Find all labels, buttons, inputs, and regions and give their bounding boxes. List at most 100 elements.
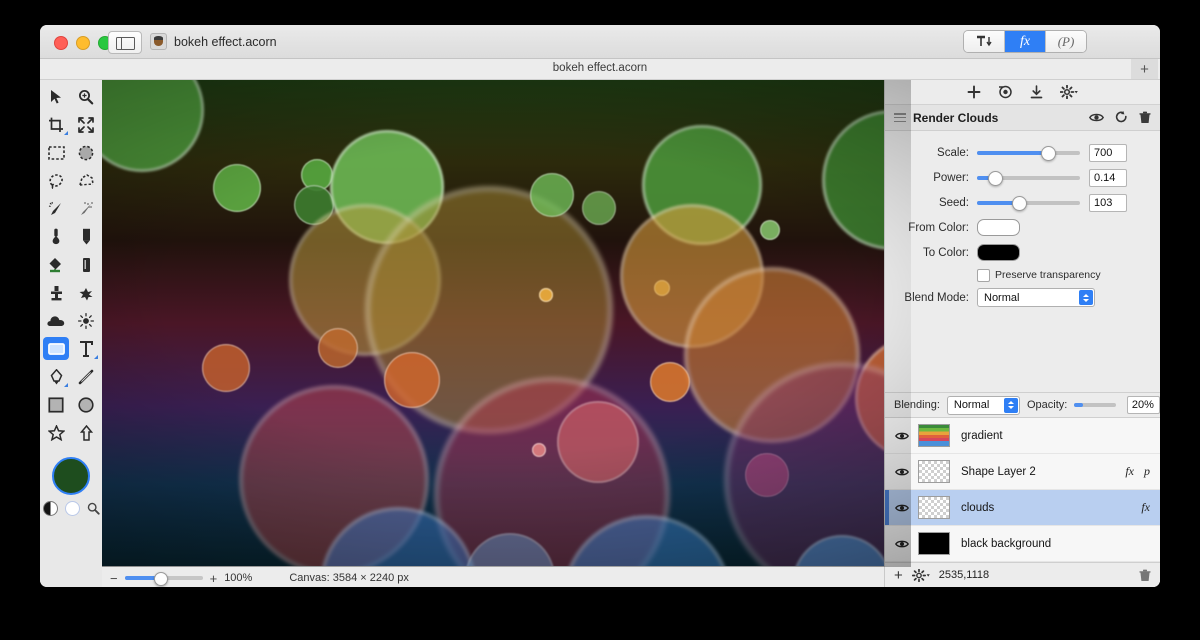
ellipse-select-tool[interactable] (73, 141, 99, 164)
layer-row[interactable]: clouds fx (885, 490, 1160, 526)
layer-marker-fx[interactable]: fx (1125, 464, 1134, 479)
layer-thumbnail (918, 496, 950, 519)
bezier-pen-tool[interactable] (43, 365, 69, 388)
add-layer-button[interactable]: + (894, 567, 903, 584)
zoom-level-label: 100% (224, 572, 253, 584)
tool-row (40, 108, 102, 136)
power-value-field[interactable]: 0.14 (1089, 168, 1127, 187)
window-controls (54, 36, 112, 50)
tab-filters-inspector[interactable]: fx (1005, 31, 1046, 52)
crop-tool[interactable] (43, 113, 69, 136)
tab-tools-inspector[interactable] (964, 31, 1005, 52)
eraser-tool[interactable] (73, 253, 99, 276)
rectangle-shape-tool[interactable] (43, 393, 69, 416)
seed-slider-knob[interactable] (1011, 196, 1027, 211)
rect-select-tool[interactable] (43, 141, 69, 164)
document-title-chip[interactable]: bokeh effect.acorn (150, 33, 277, 50)
param-label-to-color: To Color: (922, 246, 969, 259)
layer-visibility-icon[interactable] (895, 431, 909, 441)
tool-row (40, 332, 102, 360)
sidebar-toggle-button[interactable] (108, 31, 142, 54)
transform-tool[interactable] (73, 113, 99, 136)
layer-marker-p[interactable]: p (1144, 464, 1150, 479)
tool-row (40, 192, 102, 220)
zoom-in-button[interactable]: + (210, 571, 218, 586)
param-label-seed: Seed: (938, 196, 969, 209)
scale-slider-knob[interactable] (1040, 146, 1056, 161)
from-color-swatch[interactable] (977, 219, 1020, 236)
smudge-tool[interactable] (73, 281, 99, 304)
add-tab-button[interactable]: + (1131, 59, 1158, 79)
lasso-tool[interactable] (43, 169, 69, 192)
dodge-burn-tool[interactable] (73, 309, 99, 332)
clone-stamp-tool[interactable] (43, 281, 69, 304)
preserve-transparency-label: Preserve transparency (995, 269, 1101, 281)
gear-icon[interactable] (1060, 85, 1078, 99)
star-shape-tool[interactable] (43, 421, 69, 444)
shape-tool[interactable] (43, 337, 69, 360)
layer-row[interactable]: gradient (885, 418, 1160, 454)
document-subtitle: bokeh effect.acorn (552, 62, 648, 74)
tab-palette-inspector[interactable]: (P) (1046, 31, 1086, 52)
layer-row[interactable]: Shape Layer 2 fx p (885, 454, 1160, 490)
background-color-swatch[interactable] (64, 501, 80, 516)
preserve-transparency-checkbox[interactable] (977, 268, 990, 282)
tool-row (40, 276, 102, 304)
layer-row[interactable]: black background (885, 526, 1160, 562)
eye-icon[interactable] (1089, 112, 1104, 123)
color-swatch-area (40, 457, 102, 495)
scale-value-field[interactable]: 700 (1089, 143, 1127, 162)
foreground-color-swatch[interactable] (52, 457, 90, 495)
pencil-tool[interactable] (73, 225, 99, 248)
seed-slider[interactable] (977, 196, 1080, 211)
bokeh-circle (102, 80, 204, 172)
add-filter-icon[interactable] (967, 85, 981, 99)
layer-blend-dropdown[interactable]: Normal (946, 395, 1020, 415)
seed-value-field[interactable]: 103 (1089, 193, 1127, 212)
layer-visibility-icon[interactable] (895, 467, 909, 477)
opacity-value-field[interactable]: 20% (1126, 396, 1160, 414)
magic-wand-tool[interactable] (43, 197, 69, 220)
zoom-out-button[interactable]: − (110, 571, 118, 586)
layer-visibility-icon[interactable] (895, 539, 909, 549)
trash-icon[interactable] (1139, 111, 1151, 124)
arrow-shape-tool[interactable] (73, 421, 99, 444)
default-colors-icon[interactable] (42, 501, 58, 516)
zoom-slider[interactable] (124, 572, 203, 586)
bokeh-circle (202, 344, 250, 392)
zoom-slider-knob[interactable] (153, 572, 168, 586)
zoom-tool[interactable] (73, 85, 99, 108)
image-canvas[interactable] (102, 80, 911, 567)
delete-layer-icon[interactable] (1139, 569, 1151, 582)
layer-visibility-icon[interactable] (895, 503, 909, 513)
layer-gear-icon[interactable] (911, 568, 930, 582)
line-tool[interactable] (73, 365, 99, 388)
polygon-lasso-tool[interactable] (73, 169, 99, 192)
instant-alpha-tool[interactable] (73, 197, 99, 220)
reset-icon[interactable] (1115, 111, 1128, 124)
move-tool[interactable] (43, 85, 69, 108)
color-picker-icon[interactable] (87, 502, 100, 515)
paint-bucket-tool[interactable] (43, 253, 69, 276)
inspector-segmented-control[interactable]: fx (P) (963, 30, 1087, 53)
text-tool[interactable] (73, 337, 99, 360)
scale-slider[interactable] (977, 146, 1080, 161)
blur-tool[interactable] (43, 225, 69, 248)
power-slider[interactable] (977, 171, 1080, 186)
to-color-swatch[interactable] (977, 244, 1020, 261)
blend-mode-dropdown[interactable]: Normal (977, 288, 1095, 307)
layer-marker-fx[interactable]: fx (1141, 500, 1150, 515)
cursor-coordinates: 2535,1118 (938, 569, 990, 581)
canvas-size-label: Canvas: 3584 × 2240 px (289, 572, 409, 584)
ellipse-shape-tool[interactable] (73, 393, 99, 416)
preview-icon[interactable] (998, 85, 1013, 99)
power-slider-knob[interactable] (988, 171, 1003, 186)
drag-handle-icon[interactable] (894, 113, 906, 122)
opacity-slider[interactable] (1074, 403, 1116, 407)
gradient-tool[interactable] (43, 309, 69, 332)
minimize-button[interactable] (76, 36, 90, 50)
param-label-scale: Scale: (937, 146, 969, 159)
tool-row (40, 164, 102, 192)
download-icon[interactable] (1030, 85, 1043, 99)
close-button[interactable] (54, 36, 68, 50)
